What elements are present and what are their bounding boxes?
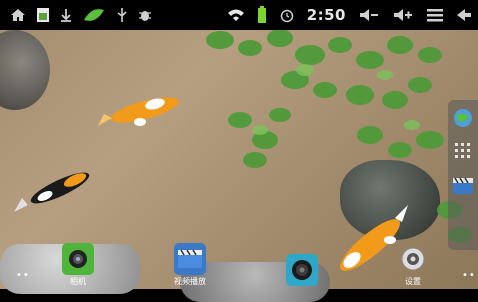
wifi-icon [227, 8, 245, 22]
dock-app-label: 相机 [70, 277, 86, 286]
home-icon[interactable] [10, 7, 26, 23]
koi-fish-1 [98, 97, 179, 126]
video-player-icon [174, 243, 206, 275]
dock-app-settings[interactable]: 设置 [383, 243, 443, 287]
video-clip-icon[interactable] [452, 174, 474, 196]
speaker-icon [286, 254, 318, 286]
dots-indicator-right: •• [462, 270, 476, 281]
menu-icon[interactable] [426, 7, 444, 23]
dock-app-camera[interactable]: 相机 [48, 243, 108, 287]
back-icon[interactable] [456, 7, 472, 23]
usb-icon [116, 7, 128, 23]
debug-icon [138, 7, 152, 23]
alarm-icon [279, 7, 295, 23]
camera-icon [62, 243, 94, 275]
battery-icon [257, 6, 267, 24]
koi-fish-2 [14, 172, 90, 212]
app-grid-icon[interactable] [454, 142, 472, 160]
right-dock [448, 100, 478, 250]
globe-icon[interactable] [453, 108, 473, 128]
dock-app-video-player[interactable]: 视频播放 [160, 243, 220, 287]
clock: 2:50 [306, 6, 346, 24]
gallery-icon [36, 7, 50, 23]
peas-game-icon [82, 6, 106, 24]
settings-icon [397, 243, 429, 275]
download-icon [60, 7, 72, 23]
volume-down-icon[interactable] [358, 7, 380, 23]
dots-indicator-left: •• [16, 270, 30, 281]
dock-app-label: 视频播放 [174, 277, 206, 286]
dock-app-label: 设置 [405, 277, 421, 286]
volume-up-icon[interactable] [392, 7, 414, 23]
status-bar: 2:50 [0, 0, 478, 30]
bottom-app-bar: •• 相机 视频播放 设置 •• [0, 243, 478, 289]
dock-app-speaker[interactable] [272, 254, 332, 287]
